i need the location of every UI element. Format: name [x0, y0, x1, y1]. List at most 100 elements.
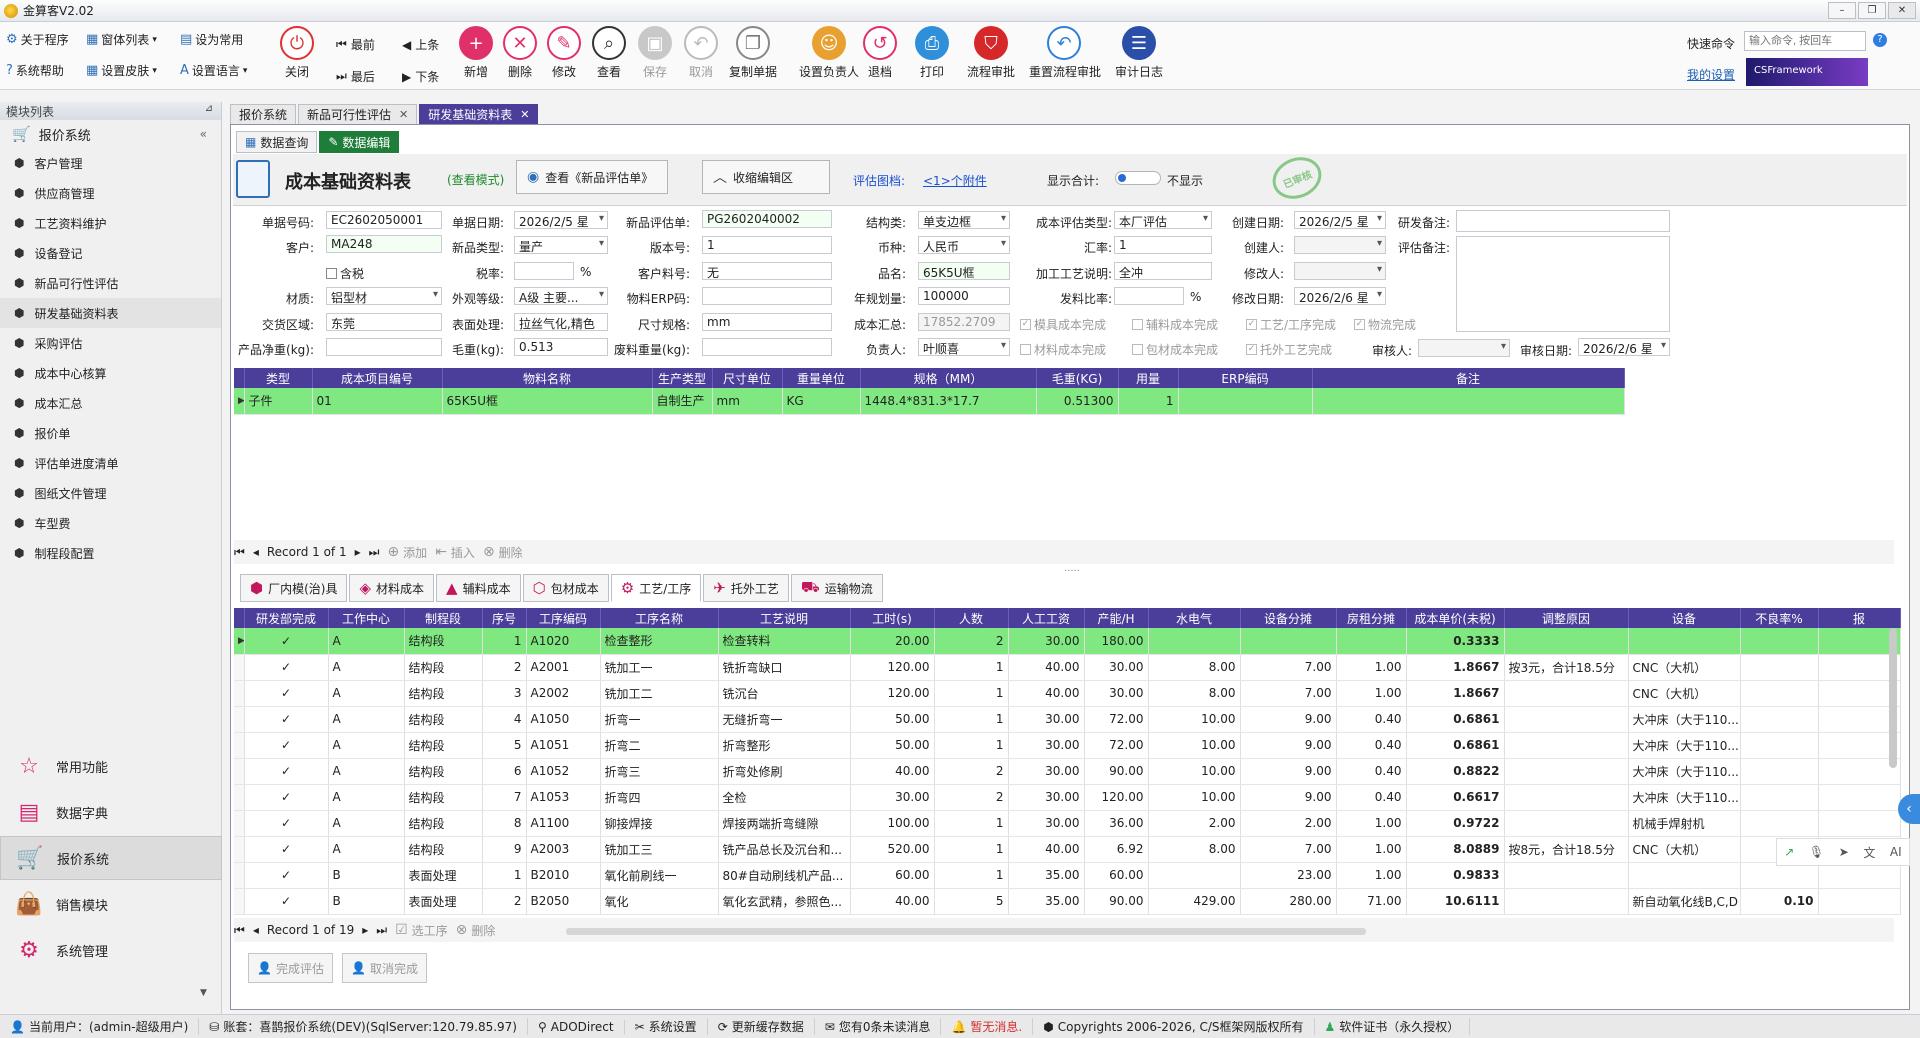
table-cell[interactable]: 全检: [718, 784, 851, 811]
table-cell[interactable]: 71.00: [1336, 888, 1407, 915]
table-cell[interactable]: [1504, 888, 1629, 915]
table-cell[interactable]: 0.6617: [1406, 784, 1505, 811]
table-cell[interactable]: 30.00: [1008, 706, 1085, 733]
prev-icon[interactable]: ◂: [253, 923, 259, 937]
table-cell[interactable]: 5: [482, 732, 527, 759]
row-indicator[interactable]: [234, 784, 245, 811]
table-row[interactable]: ✓ A 结构段 5 A1051 折弯二 折弯整形 50.00 1 30.00 72.00 10.00 9…: [234, 732, 1901, 759]
table-cell[interactable]: A1100: [526, 810, 601, 837]
table-cell[interactable]: 9: [482, 836, 527, 863]
creator-field[interactable]: [1294, 236, 1386, 254]
table-cell[interactable]: [1148, 862, 1241, 889]
table-cell[interactable]: 60.00: [850, 862, 935, 889]
table-cell[interactable]: 大冲床（大于110...: [1628, 784, 1741, 811]
table-cell[interactable]: 65K5U框: [442, 388, 653, 415]
table-cell[interactable]: [1504, 706, 1629, 733]
table-cell[interactable]: 结构段: [404, 654, 483, 681]
table-cell[interactable]: 3: [482, 680, 527, 707]
table-cell[interactable]: 1: [934, 706, 1009, 733]
table-cell[interactable]: 30.00: [1008, 628, 1085, 655]
pack-done-checkbox[interactable]: 包材成本完成: [1132, 341, 1218, 358]
table-cell[interactable]: 1: [934, 862, 1009, 889]
column-header[interactable]: 序号: [482, 608, 527, 628]
sidebar-item[interactable]: ⬢ 采购评估: [0, 328, 221, 358]
region-field[interactable]: 东莞: [326, 313, 442, 331]
column-header[interactable]: 工作中心: [328, 608, 405, 628]
first-icon[interactable]: ⏮: [234, 545, 245, 560]
table-cell[interactable]: 429.00: [1148, 888, 1241, 915]
table-cell[interactable]: [1240, 628, 1337, 655]
sidebar-big-common[interactable]: ☆ 常用功能: [0, 744, 222, 788]
table-cell[interactable]: 2: [482, 654, 527, 681]
table-cell[interactable]: 1: [1118, 388, 1179, 415]
row-indicator[interactable]: [234, 732, 245, 759]
table-cell[interactable]: 子件: [244, 388, 313, 415]
table-cell[interactable]: 2: [934, 758, 1009, 785]
table-cell[interactable]: 40.00: [850, 888, 935, 915]
table-cell[interactable]: [1504, 810, 1629, 837]
tab-aux[interactable]: ▲ 辅料成本: [436, 574, 521, 602]
table-cell[interactable]: 氧化: [600, 888, 719, 915]
table-cell[interactable]: 0.40: [1336, 732, 1407, 759]
table-cell[interactable]: 结构段: [404, 836, 483, 863]
tab-data-query[interactable]: ▦ 数据查询: [236, 131, 318, 153]
table-cell[interactable]: 280.00: [1240, 888, 1337, 915]
table-cell[interactable]: 结构段: [404, 680, 483, 707]
insert-row-button[interactable]: ⇤ 插入: [435, 544, 475, 561]
tab-rd-basic[interactable]: 研发基础资料表 ✕: [419, 104, 539, 124]
row-indicator[interactable]: [234, 706, 245, 733]
column-header[interactable]: 报: [1818, 608, 1901, 628]
show-total-toggle[interactable]: [1115, 171, 1161, 185]
tab-pack[interactable]: ⬡ 包材成本: [522, 574, 609, 602]
table-cell[interactable]: A: [328, 680, 405, 707]
table-cell[interactable]: A: [328, 784, 405, 811]
rate-field[interactable]: 1: [1114, 236, 1212, 254]
ai-icon[interactable]: AI: [1890, 845, 1902, 859]
table-cell[interactable]: 10.00: [1148, 706, 1241, 733]
table-cell[interactable]: 0.40: [1336, 784, 1407, 811]
table-cell[interactable]: 氧化前刷线一: [600, 862, 719, 889]
currency-field[interactable]: 人民币: [918, 236, 1010, 254]
sidebar-item[interactable]: ⬢ 新品可行性评估: [0, 268, 221, 298]
table-cell[interactable]: 40.00: [1008, 654, 1085, 681]
table-cell[interactable]: 36.00: [1084, 810, 1149, 837]
table-cell[interactable]: [1504, 628, 1629, 655]
table-cell[interactable]: 0.40: [1336, 758, 1407, 785]
table-cell[interactable]: ✓: [244, 628, 329, 655]
table-cell[interactable]: 按8元，合计18.5分: [1504, 836, 1629, 863]
prev-icon[interactable]: ◂: [253, 545, 259, 559]
table-cell[interactable]: 5: [934, 888, 1009, 915]
horizontal-scrollbar[interactable]: [566, 928, 1366, 935]
table-cell[interactable]: 520.00: [850, 836, 935, 863]
scroll-down-icon[interactable]: ▼: [200, 988, 207, 998]
column-header[interactable]: 尺寸单位: [712, 368, 783, 388]
column-header[interactable]: 人数: [934, 608, 1009, 628]
column-header[interactable]: 用量: [1118, 368, 1179, 388]
mod-date-field[interactable]: 2026/2/6 星: [1294, 287, 1386, 305]
pin-icon[interactable]: ⊿: [205, 103, 213, 114]
table-cell[interactable]: A: [328, 654, 405, 681]
table-cell[interactable]: 10.00: [1148, 784, 1241, 811]
sidebar-item[interactable]: ⬢ 报价单: [0, 418, 221, 448]
table-cell[interactable]: A1053: [526, 784, 601, 811]
table-cell[interactable]: 2: [934, 628, 1009, 655]
table-cell[interactable]: KG: [782, 388, 861, 415]
table-cell[interactable]: [1818, 888, 1901, 915]
table-cell[interactable]: 72.00: [1084, 732, 1149, 759]
table-cell[interactable]: [1740, 706, 1819, 733]
table-cell[interactable]: 90.00: [1084, 888, 1149, 915]
table-cell[interactable]: A: [328, 732, 405, 759]
table-cell[interactable]: [1148, 628, 1241, 655]
aux-done-checkbox[interactable]: 辅料成本完成: [1132, 316, 1218, 333]
table-cell[interactable]: 8.00: [1148, 654, 1241, 681]
next-icon[interactable]: ▸: [362, 923, 368, 937]
sidebar-item[interactable]: ⬢ 供应商管理: [0, 178, 221, 208]
table-cell[interactable]: 大冲床（大于110...: [1628, 732, 1741, 759]
table-cell[interactable]: [1740, 680, 1819, 707]
create-date-field[interactable]: 2026/2/5 星: [1294, 211, 1386, 229]
table-cell[interactable]: A: [328, 836, 405, 863]
status-settings[interactable]: ✂ 系统设置: [625, 1018, 708, 1035]
table-cell[interactable]: [1504, 680, 1629, 707]
table-cell[interactable]: A: [328, 706, 405, 733]
table-cell[interactable]: 折弯处修刷: [718, 758, 851, 785]
